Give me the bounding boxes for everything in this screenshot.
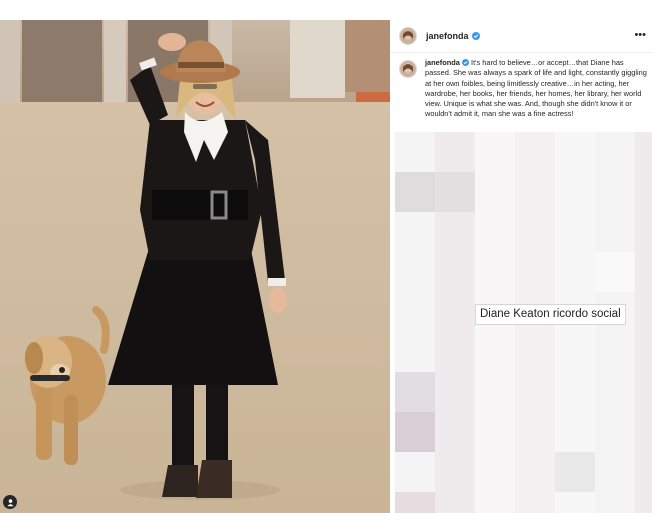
blur-cell <box>435 452 475 492</box>
watermark-label: Diane Keaton ricordo social <box>475 304 626 325</box>
blur-cell <box>395 412 435 452</box>
blur-cell <box>435 332 475 372</box>
more-options-icon[interactable]: ••• <box>634 28 646 42</box>
blur-cell <box>395 372 435 412</box>
blur-cell <box>595 372 635 412</box>
photo-illustration <box>0 20 390 513</box>
blur-cell <box>515 412 555 452</box>
blur-cell <box>595 172 635 212</box>
blur-cell <box>555 452 595 492</box>
blur-cell <box>395 292 435 332</box>
blur-cell <box>515 372 555 412</box>
blur-cell <box>555 172 595 212</box>
blur-cell <box>635 372 652 412</box>
blur-cell <box>595 332 635 372</box>
blur-cell <box>435 412 475 452</box>
blur-cell <box>515 172 555 212</box>
blur-cell <box>635 252 652 292</box>
blur-cell <box>395 492 435 513</box>
caption-text: It's hard to believe…or accept…that Dian… <box>425 58 647 119</box>
blur-cell <box>435 172 475 212</box>
blur-cell <box>555 132 595 172</box>
username-link[interactable]: janefonda <box>426 31 469 41</box>
blur-cell <box>515 332 555 372</box>
blur-cell <box>475 212 515 252</box>
verified-badge-icon <box>461 59 469 66</box>
blur-cell <box>515 132 555 172</box>
blur-cell <box>635 172 652 212</box>
blur-cell <box>635 132 652 172</box>
blur-cell <box>475 132 515 172</box>
blur-cell <box>635 212 652 252</box>
blur-cell <box>635 332 652 372</box>
blur-cell <box>435 372 475 412</box>
blur-cell <box>435 132 475 172</box>
blur-cell <box>475 412 515 452</box>
blur-cell <box>395 452 435 492</box>
blur-cell <box>395 172 435 212</box>
post-panel: janefonda ••• janefonda It's hard to bel… <box>390 20 652 513</box>
blur-cell <box>515 252 555 292</box>
post-photo[interactable] <box>0 20 390 513</box>
blur-cell <box>595 412 635 452</box>
caption-block: janefonda It's hard to believe…or accept… <box>425 58 647 120</box>
avatar[interactable] <box>399 27 417 45</box>
blur-cell <box>475 172 515 212</box>
blur-cell <box>395 212 435 252</box>
blur-cell <box>635 492 652 513</box>
blur-cell <box>515 212 555 252</box>
blur-cell <box>475 252 515 292</box>
blur-cell <box>435 292 475 332</box>
blur-cell <box>475 332 515 372</box>
blur-cell <box>595 492 635 513</box>
blur-cell <box>435 492 475 513</box>
blur-cell <box>555 212 595 252</box>
caption-username[interactable]: janefonda <box>425 58 460 67</box>
user-tag-icon[interactable] <box>3 495 17 509</box>
blur-cell <box>435 212 475 252</box>
caption-avatar[interactable] <box>399 60 417 78</box>
blur-cell <box>555 492 595 513</box>
blur-cell <box>555 372 595 412</box>
blur-cell <box>395 132 435 172</box>
blur-cell <box>595 252 635 292</box>
blur-cell <box>635 292 652 332</box>
blur-cell <box>635 412 652 452</box>
blur-cell <box>395 252 435 292</box>
blur-cell <box>435 252 475 292</box>
blur-cell <box>475 492 515 513</box>
blur-cell <box>515 492 555 513</box>
blur-cell <box>595 452 635 492</box>
blur-cell <box>555 412 595 452</box>
blur-cell <box>595 132 635 172</box>
blur-cell <box>635 452 652 492</box>
blur-cell <box>555 332 595 372</box>
blur-cell <box>475 452 515 492</box>
verified-badge-icon <box>471 32 480 40</box>
blur-cell <box>475 372 515 412</box>
post-header: janefonda ••• <box>390 20 652 53</box>
blur-cell <box>515 452 555 492</box>
blur-cell <box>555 252 595 292</box>
blur-cell <box>395 332 435 372</box>
blur-cell <box>595 212 635 252</box>
